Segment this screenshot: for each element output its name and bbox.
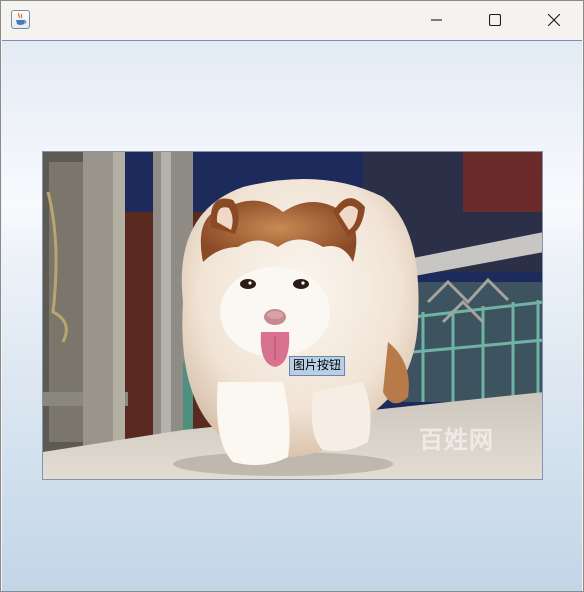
close-icon — [548, 14, 560, 26]
maximize-button[interactable] — [466, 1, 524, 39]
java-cup-icon[interactable] — [11, 10, 30, 29]
title-bar[interactable] — [1, 1, 583, 39]
content-panel: 百姓网 图片按钮 — [2, 40, 582, 591]
minimize-button[interactable] — [408, 1, 466, 39]
app-window: 百姓网 图片按钮 — [0, 0, 584, 592]
watermark-text: 百姓网 — [419, 426, 494, 454]
image-button-label: 图片按钮 — [289, 356, 346, 376]
minimize-icon — [431, 19, 442, 21]
maximize-icon — [489, 14, 501, 26]
image-button[interactable]: 百姓网 图片按钮 — [42, 151, 543, 480]
close-button[interactable] — [525, 1, 583, 39]
